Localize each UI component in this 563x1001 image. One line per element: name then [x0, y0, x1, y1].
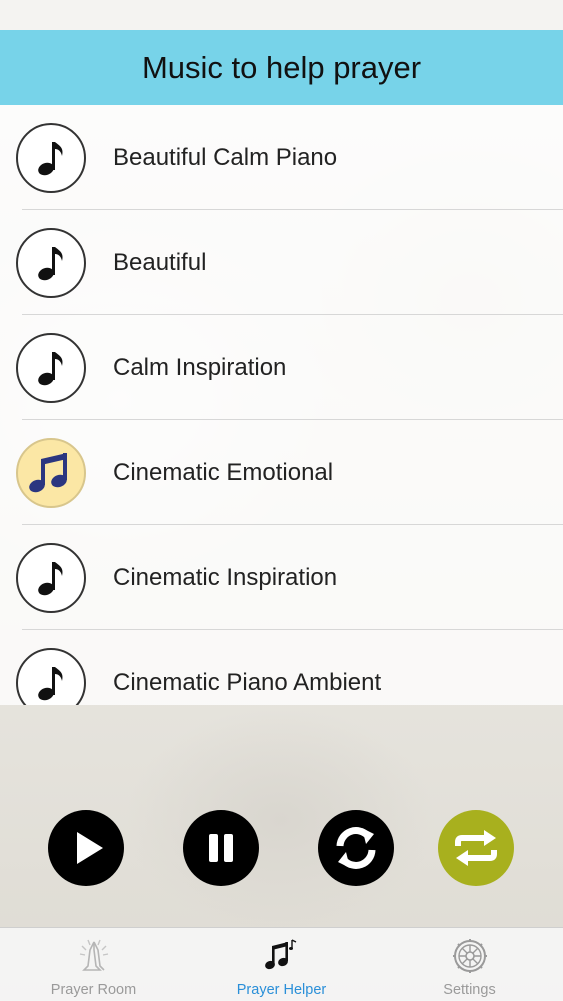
track-title: Beautiful — [113, 248, 207, 276]
tab-prayer-helper[interactable]: Prayer Helper — [188, 928, 375, 1001]
list-item[interactable]: Cinematic Inspiration — [0, 525, 563, 630]
music-note-icon — [16, 332, 86, 403]
tab-label: Settings — [443, 982, 496, 998]
tab-label: Prayer Helper — [236, 982, 327, 998]
music-note-icon — [16, 647, 86, 705]
music-notes-icon — [264, 939, 296, 970]
repeat-icon — [455, 830, 497, 866]
list-item[interactable]: Cinematic Piano Ambient — [0, 630, 563, 705]
page-title: Music to help prayer — [141, 49, 422, 85]
list-item[interactable]: Beautiful — [0, 210, 563, 315]
track-title: Cinematic Emotional — [113, 458, 334, 486]
list-item[interactable]: Beautiful Calm Piano — [0, 105, 563, 210]
list-item-active[interactable]: Cinematic Emotional — [0, 420, 563, 525]
music-note-icon — [16, 227, 86, 298]
music-notes-icon — [16, 437, 86, 508]
music-note-icon — [16, 122, 86, 193]
play-button[interactable] — [48, 810, 124, 886]
refresh-button[interactable] — [318, 810, 394, 886]
refresh-icon — [336, 827, 376, 869]
track-title: Cinematic Piano Ambient — [113, 668, 382, 696]
header: Music to help prayer — [0, 30, 563, 105]
track-list[interactable]: Beautiful Calm Piano Beautiful Calm Insp… — [0, 105, 563, 705]
tab-label: Prayer Room — [50, 982, 137, 998]
gear-icon — [452, 939, 487, 973]
pause-icon — [209, 834, 233, 862]
tab-settings[interactable]: Settings — [376, 928, 563, 1001]
track-title: Beautiful Calm Piano — [113, 143, 338, 171]
player-controls — [0, 705, 563, 927]
pause-button[interactable] — [183, 810, 259, 886]
status-bar — [0, 0, 563, 30]
repeat-button[interactable] — [438, 810, 514, 886]
play-icon — [77, 832, 103, 864]
praying-hands-icon — [79, 939, 108, 971]
list-item[interactable]: Calm Inspiration — [0, 315, 563, 420]
tab-prayer-room[interactable]: Prayer Room — [0, 928, 187, 1001]
track-title: Calm Inspiration — [113, 353, 287, 381]
music-note-icon — [16, 542, 86, 613]
tab-bar: Prayer Room Prayer Helper Settings — [0, 927, 563, 1001]
track-title: Cinematic Inspiration — [113, 563, 338, 591]
